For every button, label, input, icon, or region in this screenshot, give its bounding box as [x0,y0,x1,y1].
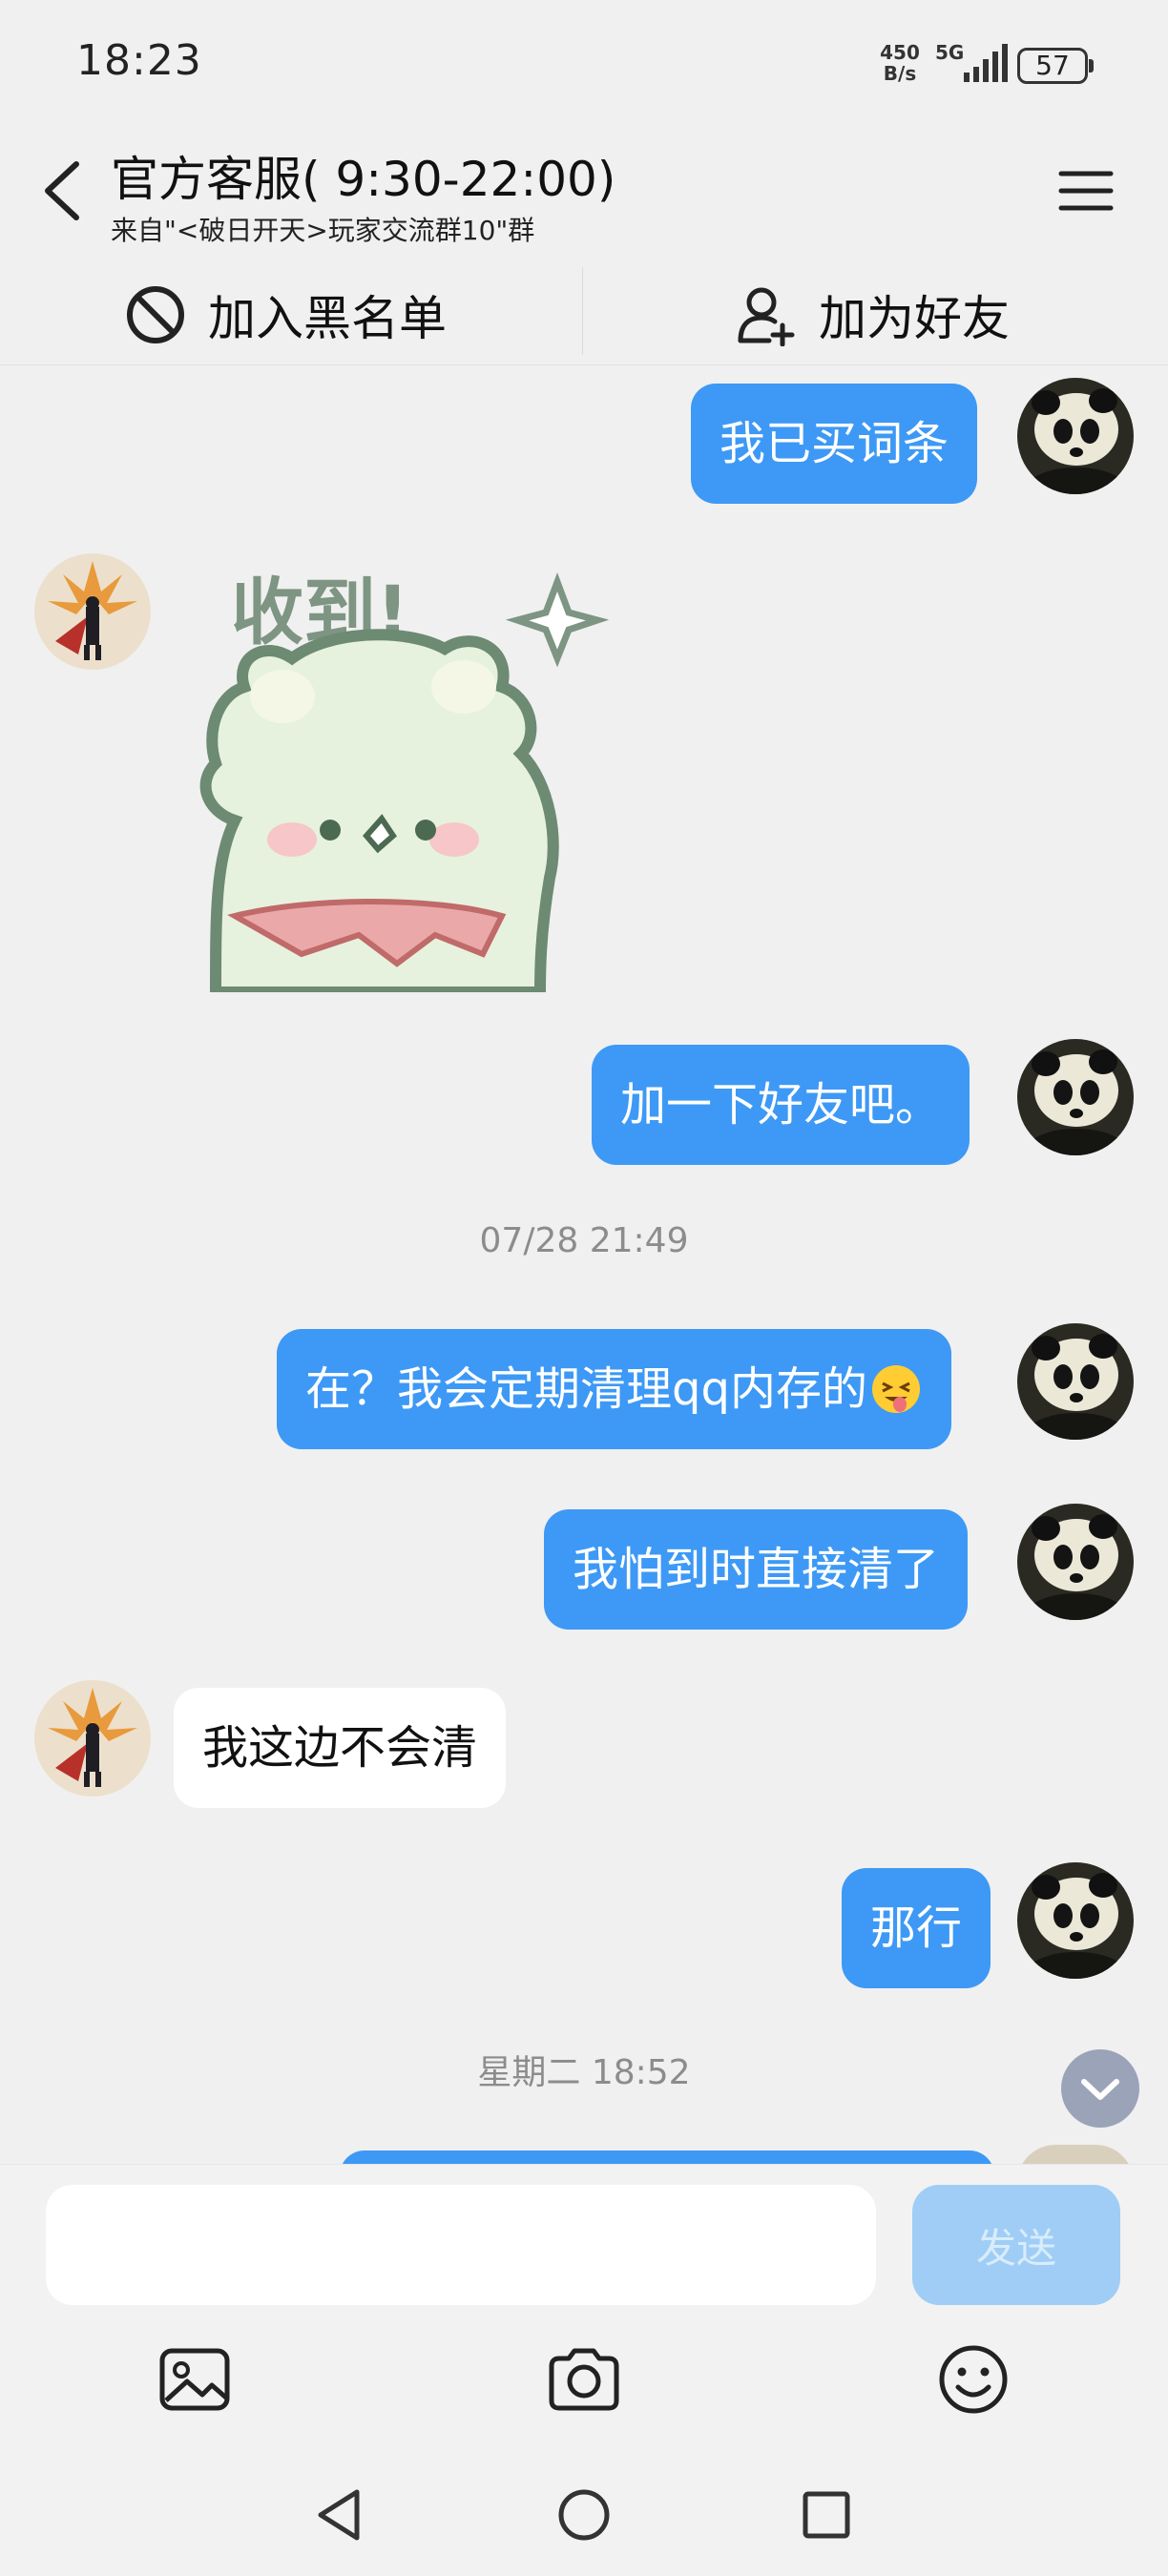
tongue-out-emoji-icon [871,1365,920,1413]
network-speed-value: 450 [880,41,920,64]
battery-tip [1089,59,1094,73]
my-avatar[interactable] [1017,378,1134,494]
warrior-avatar-image [34,1680,151,1797]
contact-name[interactable]: 官方客服( 9:30-22:00) [111,141,615,210]
camera-icon[interactable] [544,2339,624,2420]
panda-avatar-image [1017,1862,1134,1979]
contact-avatar[interactable] [34,553,151,670]
menu-icon[interactable] [1055,162,1116,219]
message-bubble-incoming[interactable]: 我这边不会清 [174,1688,507,1808]
panda-avatar-image [1017,1504,1134,1620]
action-divider [582,267,583,355]
block-icon [127,286,184,343]
my-avatar[interactable] [1017,1862,1134,1979]
timestamp: 07/28 21:49 [479,1221,689,1260]
signal-icon [964,44,1008,82]
message-bubble-outgoing[interactable]: 我已买词条 [691,384,978,504]
add-user-icon [738,287,795,346]
panda-avatar-image [1017,378,1134,494]
add-friend-button[interactable]: 加为好友 [735,277,1010,353]
add-friend-label: 加为好友 [819,291,1010,346]
chevron-down-icon [1081,2079,1119,2100]
nav-back-icon[interactable] [311,2484,368,2545]
timestamp: 星期二 18:52 [477,2053,691,2092]
nav-recents-icon[interactable] [800,2488,853,2542]
message-input[interactable] [46,2185,876,2305]
message-text: 在？我会定期清理qq内存的 [305,1362,867,1416]
my-avatar[interactable] [1017,1039,1134,1155]
scroll-to-bottom-button[interactable] [1061,2049,1139,2128]
back-icon[interactable] [34,153,92,229]
network-speed-unit: B/s [883,62,917,85]
emoji-icon[interactable] [933,2339,1013,2420]
panda-avatar-image [1017,1323,1134,1440]
image-icon[interactable] [155,2339,235,2420]
my-avatar[interactable] [1017,1323,1134,1440]
message-bubble-outgoing[interactable]: 在？我会定期清理qq内存的 [277,1329,951,1449]
message-bubble-outgoing[interactable]: 加一下好友吧。 [592,1045,970,1165]
add-to-blacklist-label: 加入黑名单 [208,291,447,346]
sticker-received[interactable]: 收到! [197,553,613,998]
my-avatar[interactable] [1017,1504,1134,1620]
add-to-blacklist-button[interactable]: 加入黑名单 [124,277,447,353]
received-sticker-image: 收到! [199,570,610,998]
message-bubble-outgoing[interactable]: 我怕到时直接清了 [544,1509,969,1630]
network-type: 5G [935,41,965,64]
message-bubble-outgoing[interactable]: 那行 [842,1868,991,1988]
network-speed: 450 B/s [876,42,924,84]
status-time: 18:23 [76,36,202,85]
contact-source: 来自"<破日开天>玩家交流群10"群 [111,215,535,246]
nav-home-icon[interactable] [555,2486,613,2544]
send-button[interactable]: 发送 [912,2185,1120,2305]
warrior-avatar-image [34,553,151,670]
battery-icon: 57 [1017,48,1088,84]
contact-avatar[interactable] [34,1680,151,1797]
panda-avatar-image [1017,1039,1134,1155]
